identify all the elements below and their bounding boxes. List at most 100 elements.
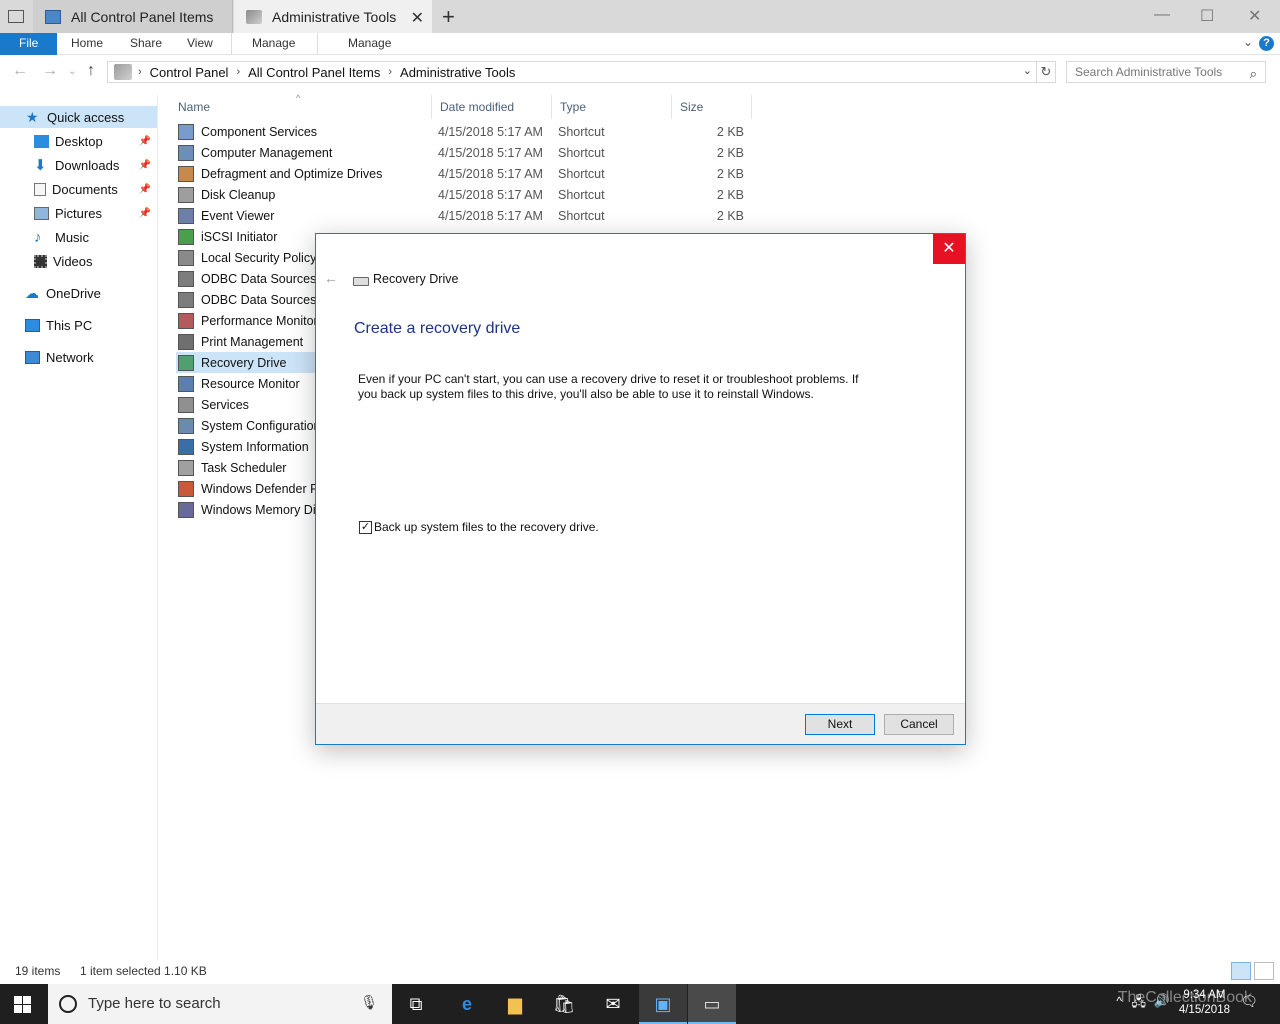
nav-label: Documents — [52, 181, 118, 197]
column-header-date[interactable]: Date modified — [432, 95, 552, 119]
nav-item-desktop[interactable]: Desktop 📌 — [0, 130, 157, 152]
nav-item-this-pc[interactable]: This PC — [0, 314, 157, 336]
next-button[interactable]: Next — [805, 714, 875, 735]
task-view-icon[interactable]: ⧉ — [404, 992, 428, 1016]
nav-item-videos[interactable]: Videos — [0, 250, 157, 272]
tab-all-control-panel-items[interactable]: All Control Panel Items — [33, 0, 233, 33]
search-input[interactable]: Search Administrative Tools ⌕ — [1066, 61, 1266, 83]
ribbon-tab-home[interactable]: Home — [57, 33, 117, 55]
store-icon[interactable]: 🛍 — [552, 992, 576, 1016]
taskbar-recovery-drive[interactable]: ▭ — [688, 984, 736, 1024]
nav-label: Pictures — [55, 205, 102, 221]
back-arrow-icon[interactable]: ← — [12, 62, 28, 80]
file-type: Shortcut — [558, 208, 605, 223]
file-size: 2 KB — [716, 166, 744, 181]
file-date: 4/15/2018 5:17 AM — [438, 145, 543, 160]
item-count: 19 items — [15, 964, 61, 978]
control-panel-icon: ▣ — [654, 994, 672, 1014]
nav-item-music[interactable]: ♪ Music — [0, 226, 157, 248]
selection-info: 1 item selected 1.10 KB — [80, 964, 207, 978]
ribbon-tab-manage-app[interactable]: Manage — [334, 33, 405, 55]
large-icons-view-icon[interactable] — [1254, 962, 1274, 980]
file-date: 4/15/2018 5:17 AM — [438, 208, 543, 223]
cancel-button[interactable]: Cancel — [884, 714, 954, 735]
file-row[interactable]: Defragment and Optimize Drives 4/15/2018 … — [176, 163, 756, 184]
search-icon: ⌕ — [1249, 66, 1257, 81]
tray-up-chevron-icon[interactable]: ^ — [1116, 994, 1122, 1008]
edge-icon[interactable]: e — [455, 992, 479, 1016]
forward-arrow-icon[interactable]: → — [42, 62, 58, 80]
ribbon-tab-view[interactable]: View — [173, 33, 227, 55]
breadcrumb-all-control-panel-items[interactable]: All Control Panel Items — [248, 65, 380, 80]
cortana-icon — [59, 995, 77, 1013]
window-menu-icon[interactable] — [8, 10, 24, 23]
pin-icon[interactable]: 📌 — [139, 136, 151, 147]
column-header-type[interactable]: Type — [552, 95, 672, 119]
clock[interactable]: 9:34 AM 4/15/2018 — [1179, 988, 1230, 1018]
nav-item-quick-access[interactable]: ★ Quick access — [0, 106, 157, 128]
pin-icon[interactable]: 📌 — [139, 208, 151, 219]
breadcrumb-administrative-tools[interactable]: Administrative Tools — [400, 65, 515, 80]
ribbon-tab-manage-shortcut[interactable]: Manage — [238, 33, 309, 55]
ribbon-tab-file[interactable]: File — [0, 33, 58, 55]
volume-icon[interactable]: 🔊 — [1154, 993, 1170, 1009]
breadcrumb-control-panel[interactable]: Control Panel — [150, 65, 229, 80]
breadcrumb-chevron-icon[interactable]: › — [138, 66, 142, 78]
help-icon[interactable]: ? — [1259, 36, 1274, 51]
mail-icon[interactable]: ✉ — [601, 992, 625, 1016]
expand-ribbon-icon[interactable]: ⌄ — [1243, 35, 1253, 49]
notifications-icon[interactable]: 🗨 — [1240, 993, 1258, 1010]
tab-administrative-tools[interactable]: Administrative Tools ✕ — [234, 0, 432, 33]
taskbar-search-input[interactable]: Type here to search 🎙 — [48, 984, 392, 1024]
minimize-icon[interactable]: — — [1154, 6, 1170, 24]
shortcut-icon — [178, 480, 194, 497]
ribbon-tab-share[interactable]: Share — [116, 33, 176, 55]
back-arrow-icon[interactable]: ← — [324, 270, 338, 286]
nav-label: OneDrive — [46, 285, 101, 301]
details-view-icon[interactable] — [1231, 962, 1251, 980]
column-header-size[interactable]: Size — [672, 95, 752, 119]
nav-item-network[interactable]: Network — [0, 346, 157, 368]
nav-item-pictures[interactable]: Pictures 📌 — [0, 202, 157, 224]
nav-item-documents[interactable]: Documents 📌 — [0, 178, 157, 200]
microphone-icon[interactable]: 🎙 — [360, 994, 378, 1011]
dialog-close-button[interactable]: ✕ — [933, 234, 965, 264]
nav-label: Quick access — [47, 109, 125, 125]
taskbar-control-panel[interactable]: ▣ — [639, 984, 687, 1024]
new-tab-icon[interactable]: + — [442, 4, 455, 30]
file-row[interactable]: Computer Management 4/15/2018 5:17 AM Shor… — [176, 142, 756, 163]
file-row[interactable]: Disk Cleanup 4/15/2018 5:17 AM Shortcut 2 K… — [176, 184, 756, 205]
ribbon-separator — [231, 33, 232, 55]
address-dropdown-icon[interactable]: ⌄ — [1023, 64, 1032, 77]
close-tab-icon[interactable]: ✕ — [411, 8, 424, 28]
close-window-icon[interactable]: ✕ — [1248, 6, 1261, 26]
windows-start-icon[interactable] — [14, 996, 32, 1013]
network-tray-icon[interactable]: 🖧 — [1132, 993, 1147, 1015]
shortcut-icon — [178, 228, 194, 245]
nav-item-onedrive[interactable]: ☁ OneDrive — [0, 282, 157, 304]
pin-icon[interactable]: 📌 — [139, 184, 151, 195]
navigation-pane: ★ Quick access Desktop 📌 ⬇ Downloads 📌 D… — [0, 95, 158, 960]
address-bar[interactable]: › Control Panel › All Control Panel Item… — [107, 61, 1037, 83]
up-arrow-icon[interactable]: ↑ — [87, 62, 95, 80]
shortcut-icon — [178, 417, 194, 434]
file-row[interactable]: Event Viewer 4/15/2018 5:17 AM Shortcut 2 K… — [176, 205, 756, 226]
file-explorer-icon[interactable]: ▆ — [503, 992, 527, 1016]
column-header-name[interactable]: Name ^ — [170, 93, 432, 119]
file-row[interactable]: Component Services 4/15/2018 5:17 AM Short… — [176, 121, 756, 142]
tab-label: Administrative Tools — [272, 8, 397, 25]
refresh-icon[interactable]: ↻ — [1036, 61, 1056, 83]
file-date: 4/15/2018 5:17 AM — [438, 124, 543, 139]
nav-label: Downloads — [55, 157, 120, 173]
maximize-icon[interactable]: ☐ — [1200, 6, 1214, 26]
pin-icon[interactable]: 📌 — [139, 160, 151, 171]
backup-system-files-label[interactable]: Back up system files to the recovery dri… — [374, 520, 599, 534]
recent-locations-icon[interactable]: ⌄ — [68, 66, 76, 77]
backup-system-files-checkbox[interactable]: ✓ — [359, 521, 372, 534]
documents-icon — [34, 182, 46, 196]
nav-item-downloads[interactable]: ⬇ Downloads 📌 — [0, 154, 157, 176]
breadcrumb-chevron-icon[interactable]: › — [388, 66, 392, 78]
breadcrumb-chevron-icon[interactable]: › — [236, 66, 240, 78]
file-size: 2 KB — [716, 124, 744, 139]
shortcut-icon — [178, 123, 194, 140]
